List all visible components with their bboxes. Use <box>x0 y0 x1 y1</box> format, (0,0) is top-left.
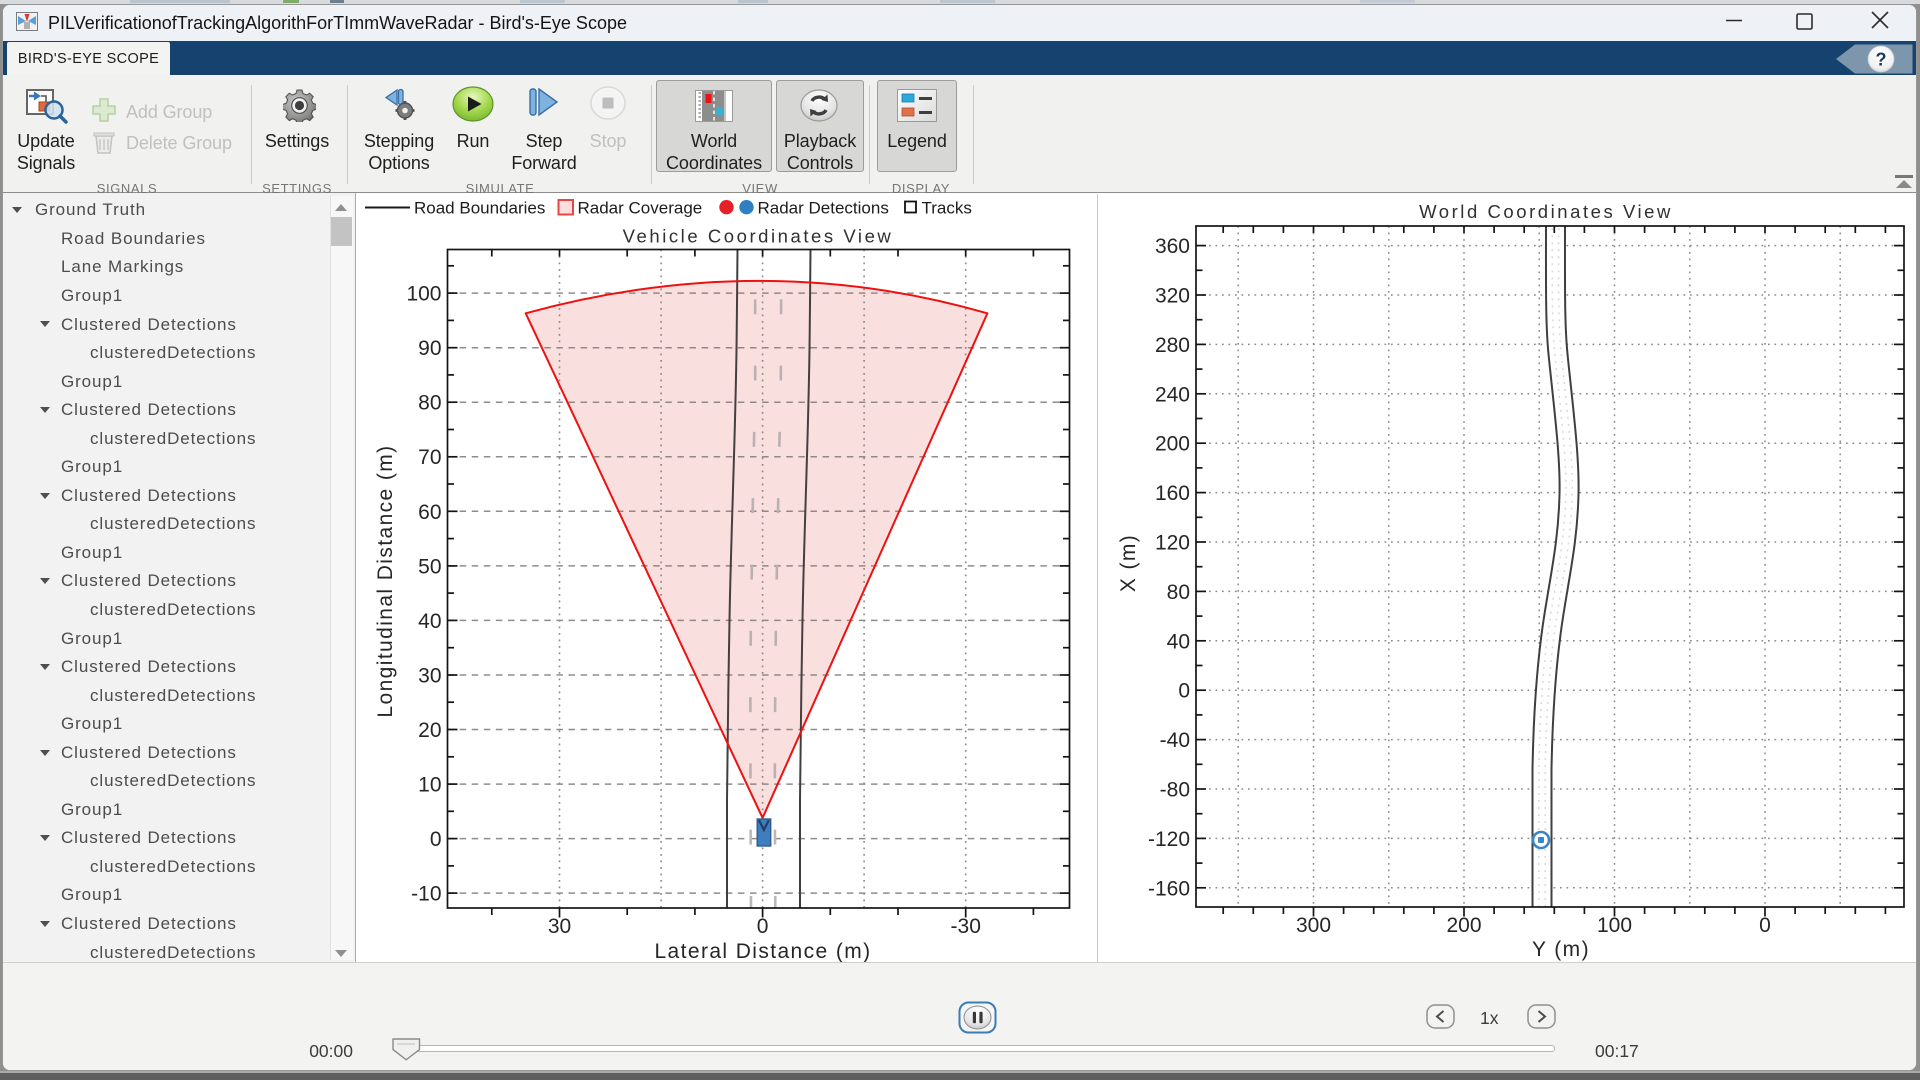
svg-text:40: 40 <box>1167 630 1190 653</box>
svg-text:?: ? <box>1876 50 1887 70</box>
svg-text:World Coordinates View: World Coordinates View <box>1419 201 1673 222</box>
svg-text:X (m): X (m) <box>1117 534 1140 592</box>
svg-text:280: 280 <box>1155 334 1190 357</box>
svg-text:120: 120 <box>1155 532 1190 555</box>
svg-text:-80: -80 <box>1160 779 1190 802</box>
svg-text:300: 300 <box>1296 914 1331 937</box>
svg-text:Longitudinal Distance (m): Longitudinal Distance (m) <box>374 444 397 717</box>
svg-text:-10: -10 <box>411 883 441 906</box>
svg-text:100: 100 <box>1597 914 1632 937</box>
svg-text:Road Boundaries: Road Boundaries <box>414 199 545 218</box>
svg-text:360: 360 <box>1155 235 1190 258</box>
svg-text:Y (m): Y (m) <box>1532 938 1590 961</box>
svg-text:Tracks: Tracks <box>922 199 972 218</box>
svg-text:60: 60 <box>418 501 441 524</box>
svg-text:Radar Coverage: Radar Coverage <box>578 199 703 218</box>
svg-text:200: 200 <box>1446 914 1481 937</box>
svg-text:90: 90 <box>418 337 441 360</box>
svg-text:30: 30 <box>418 665 441 688</box>
svg-text:Vehicle Coordinates View: Vehicle Coordinates View <box>623 226 894 247</box>
svg-text:70: 70 <box>418 446 441 469</box>
svg-text:80: 80 <box>1167 581 1190 604</box>
svg-text:30: 30 <box>548 915 571 938</box>
svg-text:160: 160 <box>1155 482 1190 505</box>
svg-text:-30: -30 <box>951 915 981 938</box>
svg-text:20: 20 <box>418 719 441 742</box>
svg-text:0: 0 <box>757 915 769 938</box>
svg-text:320: 320 <box>1155 285 1190 308</box>
svg-text:50: 50 <box>418 555 441 578</box>
svg-text:100: 100 <box>406 283 441 306</box>
svg-text:-160: -160 <box>1148 877 1190 900</box>
svg-text:0: 0 <box>1759 914 1771 937</box>
svg-text:-120: -120 <box>1148 828 1190 851</box>
svg-text:-40: -40 <box>1160 729 1190 752</box>
svg-text:10: 10 <box>418 774 441 797</box>
svg-text:200: 200 <box>1155 433 1190 456</box>
svg-text:40: 40 <box>418 610 441 633</box>
svg-text:80: 80 <box>418 392 441 415</box>
svg-text:Lateral Distance (m): Lateral Distance (m) <box>654 940 871 962</box>
svg-text:0: 0 <box>430 828 442 851</box>
svg-text:240: 240 <box>1155 383 1190 406</box>
svg-text:0: 0 <box>1178 680 1190 703</box>
svg-text:Radar Detections: Radar Detections <box>758 199 889 218</box>
